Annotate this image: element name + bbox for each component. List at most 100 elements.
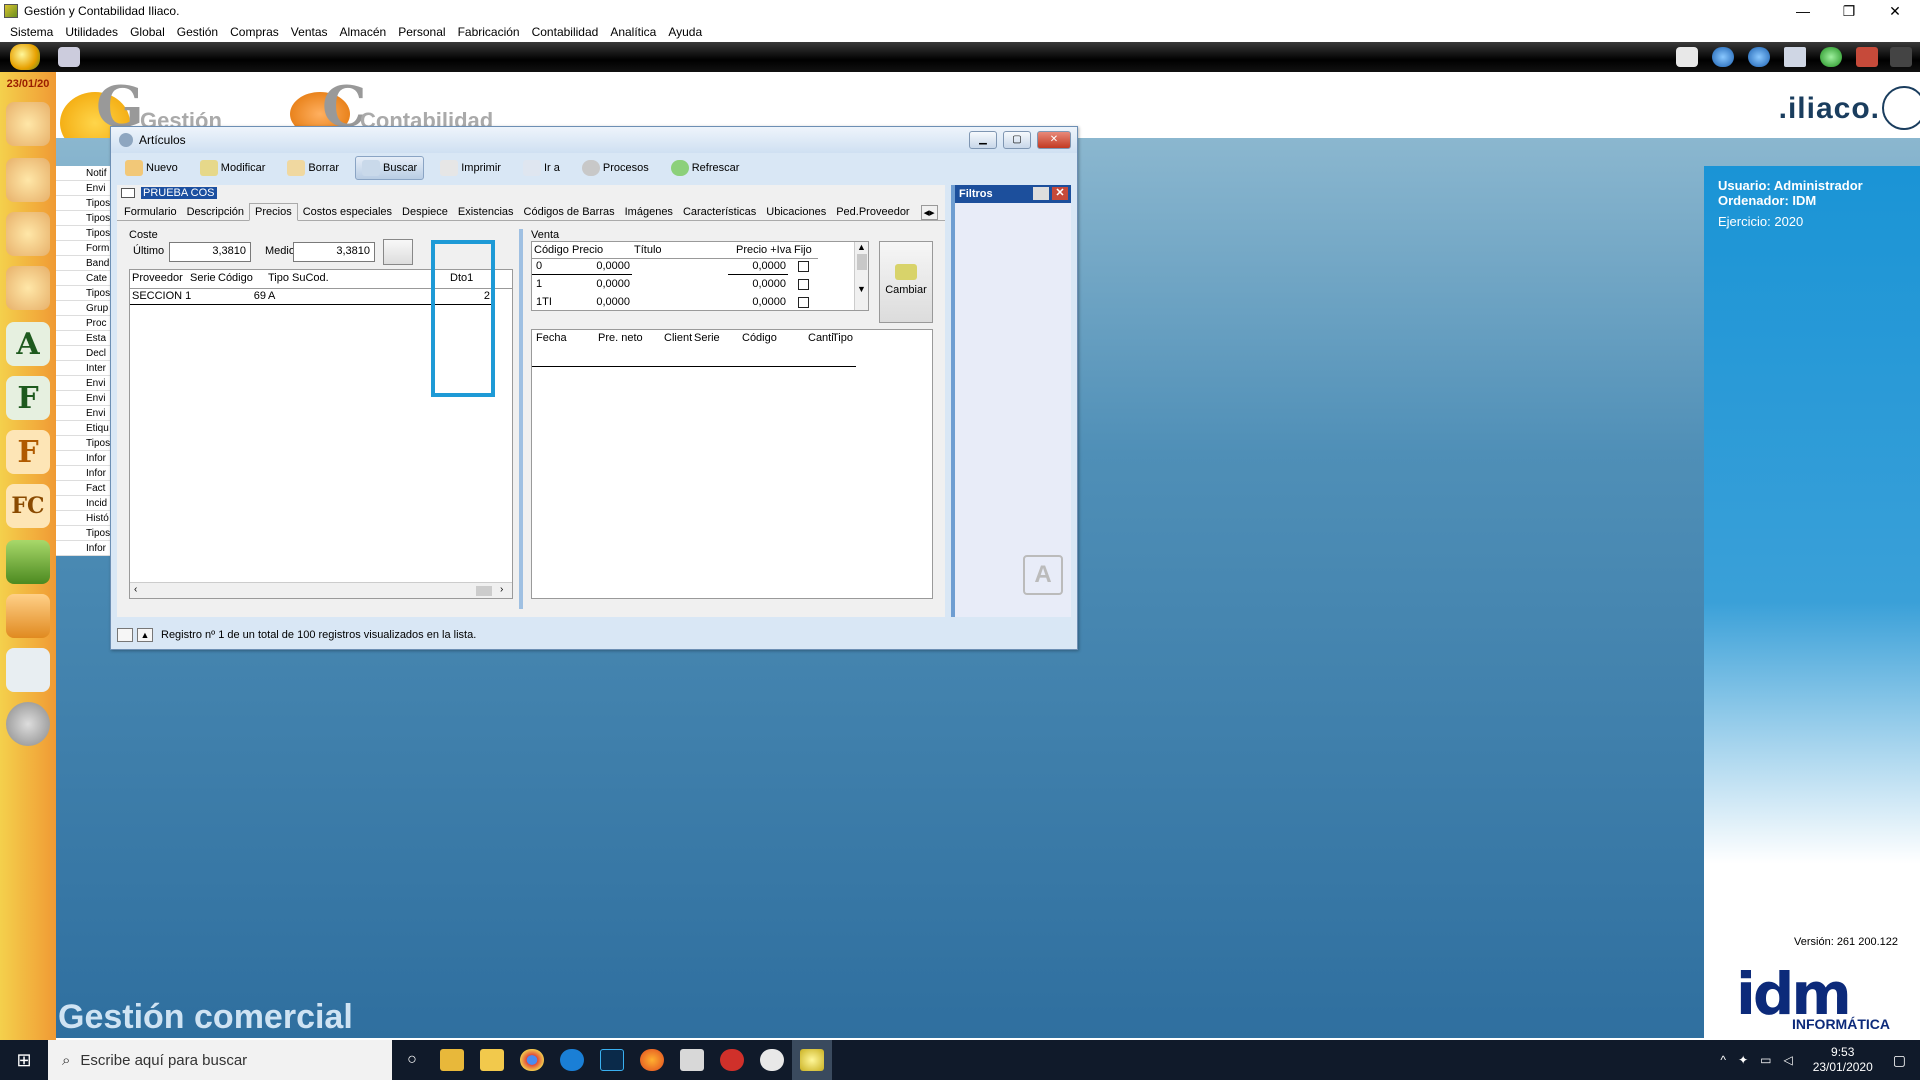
disc-icon[interactable] xyxy=(6,702,50,746)
file-manager-icon[interactable] xyxy=(472,1040,512,1080)
col-sucod[interactable]: SuCod. xyxy=(292,272,329,284)
fijo-checkbox[interactable] xyxy=(798,279,809,290)
h-scrollbar[interactable]: ‹ › xyxy=(130,582,512,598)
fijo-checkbox[interactable] xyxy=(798,261,809,272)
task-view-icon[interactable]: ○ xyxy=(392,1040,432,1080)
tab-precios[interactable]: Precios xyxy=(249,203,298,221)
list-item[interactable]: Tipos xyxy=(56,226,112,241)
menu-almacen[interactable]: Almacén xyxy=(334,25,393,39)
col-venta-codigo[interactable]: Código xyxy=(534,244,569,256)
menu-contabilidad[interactable]: Contabilidad xyxy=(526,25,605,39)
tray-chevron-icon[interactable]: ^ xyxy=(1720,1053,1726,1067)
venta-row-precio-iva[interactable]: 0,0000 xyxy=(730,260,786,272)
cell-proveedor[interactable]: SECCION 1 xyxy=(132,290,191,302)
borrar-button[interactable]: Borrar xyxy=(281,156,345,180)
scroll-down-icon[interactable]: ▼ xyxy=(855,284,868,294)
col-serie[interactable]: Serie xyxy=(190,272,216,284)
menu-ayuda[interactable]: Ayuda xyxy=(662,25,708,39)
venta-row-precio[interactable]: 0,0000 xyxy=(572,260,630,272)
back-arrow-icon[interactable] xyxy=(1712,47,1734,67)
scroll-up-icon[interactable]: ▲ xyxy=(855,242,868,252)
list-item[interactable]: Incid xyxy=(56,496,112,511)
col-codigo[interactable]: Código xyxy=(742,332,777,344)
cell-tipo[interactable]: A xyxy=(268,290,275,302)
record-name[interactable]: PRUEBA COS xyxy=(141,187,217,199)
venta-row-precio-iva[interactable]: 0,0000 xyxy=(730,278,786,290)
menu-gestion[interactable]: Gestión xyxy=(171,25,224,39)
venta-row-codigo[interactable]: 0 xyxy=(536,260,542,272)
volume-icon[interactable]: ◁ xyxy=(1783,1053,1792,1067)
clock[interactable]: 9:53 23/01/2020 xyxy=(1813,1045,1873,1075)
tab-scroll-left[interactable]: ◂▸ xyxy=(920,205,938,220)
list-item[interactable]: Decl xyxy=(56,346,112,361)
list-item[interactable]: Infor xyxy=(56,541,112,556)
col-serie[interactable]: Serie xyxy=(694,332,720,344)
chevron-up-icon[interactable]: ▲ xyxy=(137,628,153,642)
edge-icon[interactable] xyxy=(552,1040,592,1080)
scroll-thumb[interactable] xyxy=(856,254,867,270)
app-a-icon[interactable] xyxy=(58,47,80,67)
close-window-icon[interactable] xyxy=(1856,47,1878,67)
iliaco-task-icon[interactable] xyxy=(792,1040,832,1080)
windows-start-icon[interactable]: ⊞ xyxy=(0,1040,48,1080)
letter-fc-icon[interactable]: FC xyxy=(6,484,50,528)
menu-compras[interactable]: Compras xyxy=(224,25,285,39)
list-item[interactable]: Grup xyxy=(56,301,112,316)
list-icon[interactable] xyxy=(6,648,50,692)
cell-codigo[interactable]: 69 xyxy=(234,290,266,302)
window-close-button[interactable]: ✕ xyxy=(1037,131,1071,149)
bag-orange-icon[interactable] xyxy=(6,594,50,638)
venta-row-codigo[interactable]: 1TI xyxy=(536,296,552,308)
list-item[interactable]: Proc xyxy=(56,316,112,331)
tab-existencias[interactable]: Existencias xyxy=(453,204,519,220)
list-item[interactable]: Inter xyxy=(56,361,112,376)
tab-ped-proveedor[interactable]: Ped.Proveedor xyxy=(831,204,914,220)
restore-button[interactable]: ❐ xyxy=(1826,0,1872,22)
col-codigo[interactable]: Código xyxy=(218,272,253,284)
letter-f-icon[interactable]: F xyxy=(6,376,50,420)
tab-formulario[interactable]: Formulario xyxy=(119,204,182,220)
col-pre-neto[interactable]: Pre. neto xyxy=(598,332,643,344)
list-item[interactable]: Infor xyxy=(56,466,112,481)
taskbar-search[interactable]: ⌕ Escribe aquí para buscar xyxy=(48,1040,392,1080)
user-a-icon[interactable] xyxy=(6,266,50,310)
col-venta-fijo[interactable]: Fijo xyxy=(794,244,812,256)
col-proveedor[interactable]: Proveedor xyxy=(132,272,183,284)
col-tipo[interactable]: Tipo xyxy=(268,272,289,284)
forward-arrow-icon[interactable] xyxy=(1748,47,1770,67)
list-item[interactable]: Esta xyxy=(56,331,112,346)
app-red-icon[interactable] xyxy=(752,1040,792,1080)
user-icon[interactable] xyxy=(6,158,50,202)
panel-splitter[interactable] xyxy=(519,229,523,609)
list-item[interactable]: Band xyxy=(56,256,112,271)
col-venta-precio-iva[interactable]: Precio +Iva xyxy=(736,244,791,256)
tab-costos-especiales[interactable]: Costos especiales xyxy=(298,204,397,220)
venta-row-codigo[interactable]: 1 xyxy=(536,278,542,290)
letter-a-icon[interactable]: A xyxy=(6,322,50,366)
cambiar-button[interactable]: Cambiar xyxy=(879,241,933,323)
rx-icon[interactable] xyxy=(712,1040,752,1080)
user-p-icon[interactable] xyxy=(6,212,50,256)
window-maximize-button[interactable]: ▢ xyxy=(1003,131,1031,149)
fijo-checkbox[interactable] xyxy=(798,297,809,308)
dropbox-icon[interactable]: ✦ xyxy=(1738,1053,1748,1067)
mail-icon[interactable] xyxy=(1676,47,1698,67)
users-icon[interactable] xyxy=(6,102,50,146)
list-item[interactable]: Envi xyxy=(56,406,112,421)
list-item[interactable]: Tipos xyxy=(56,526,112,541)
refrescar-button[interactable]: Refrescar xyxy=(665,156,746,180)
close-button[interactable]: ✕ xyxy=(1872,0,1918,22)
list-item[interactable]: Envi xyxy=(56,391,112,406)
list-item[interactable]: Tipos xyxy=(56,196,112,211)
col-client[interactable]: Client xyxy=(664,332,692,344)
col-fecha[interactable]: Fecha xyxy=(536,332,567,344)
nuevo-button[interactable]: Nuevo xyxy=(119,156,184,180)
tab-ubicaciones[interactable]: Ubicaciones xyxy=(761,204,831,220)
list-item[interactable]: Notif xyxy=(56,166,112,181)
venta-row-precio-iva[interactable]: 0,0000 xyxy=(730,296,786,308)
scroll-thumb[interactable] xyxy=(476,586,492,596)
tab-imagenes[interactable]: Imágenes xyxy=(620,204,678,220)
tab-codigos-barras[interactable]: Códigos de Barras xyxy=(519,204,620,220)
tab-descripcion[interactable]: Descripción xyxy=(182,204,249,220)
app-window-icon[interactable] xyxy=(672,1040,712,1080)
